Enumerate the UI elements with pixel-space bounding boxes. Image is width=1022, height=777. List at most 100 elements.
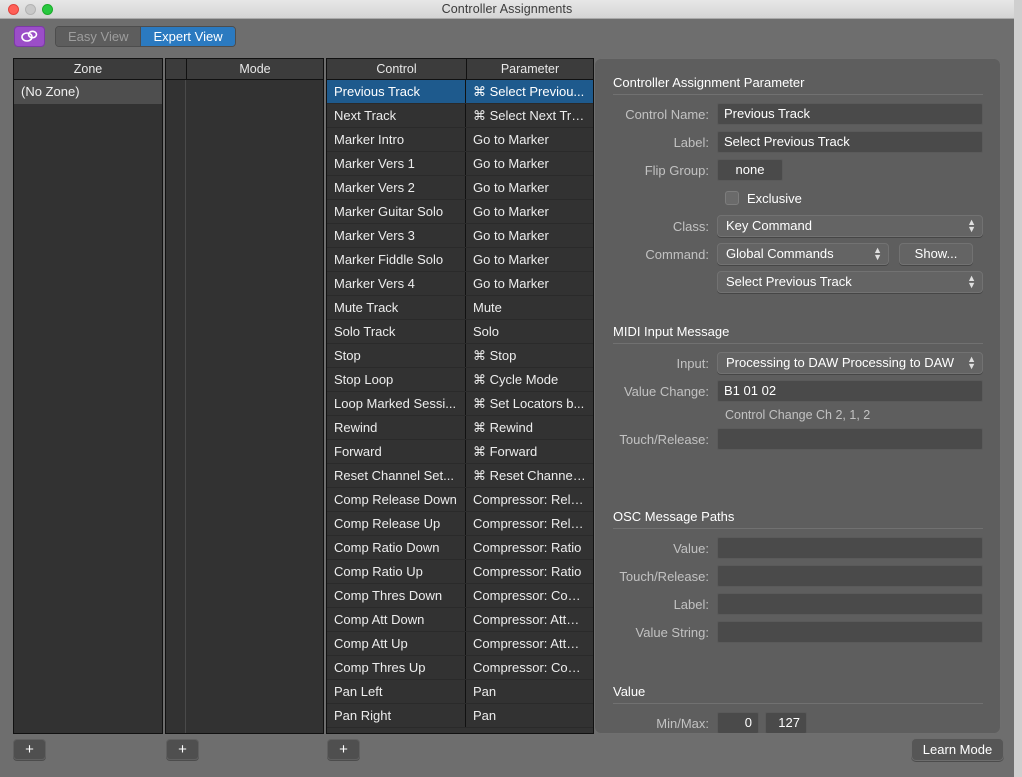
tab-easy-view[interactable]: Easy View (56, 27, 141, 46)
table-row[interactable]: Marker Vers 2 Go to Marker (327, 176, 593, 200)
osc-touch-release-input[interactable] (717, 565, 983, 587)
table-row[interactable]: Marker Vers 3 Go to Marker (327, 224, 593, 248)
table-row[interactable]: Previous Track ⌘ Select Previou... (327, 80, 593, 104)
table-row[interactable]: Stop ⌘ Stop (327, 344, 593, 368)
table-row[interactable]: Mute Track Mute (327, 296, 593, 320)
link-toggle-button[interactable] (14, 26, 45, 47)
table-row[interactable]: Comp Att Up Compressor: Attack (327, 632, 593, 656)
cell-parameter: Solo (473, 324, 500, 339)
table-row[interactable]: Marker Vers 4 Go to Marker (327, 272, 593, 296)
cell-control: Loop Marked Sessi... (327, 392, 466, 415)
add-zone-button[interactable]: + (13, 739, 46, 760)
flip-group-input[interactable]: none (717, 159, 783, 181)
cell-control: Marker Guitar Solo (327, 200, 466, 223)
table-row[interactable]: Loop Marked Sessi... ⌘ Set Locators b... (327, 392, 593, 416)
table-row[interactable]: Marker Intro Go to Marker (327, 128, 593, 152)
label-midi-input: Input: (676, 355, 709, 371)
table-row[interactable]: Forward ⌘ Forward (327, 440, 593, 464)
table-row[interactable]: Comp Ratio Down Compressor: Ratio (327, 536, 593, 560)
mode-rows[interactable] (186, 80, 323, 733)
section-title-assignment: Controller Assignment Parameter (613, 75, 805, 90)
command-select[interactable]: Global Commands ▲ ▼ (717, 243, 889, 265)
field-midi-input: Input: Processing to DAW Processing to D… (613, 352, 983, 374)
cell-control: Marker Vers 2 (327, 176, 466, 199)
cell-parameter: Go to Marker (473, 204, 549, 219)
table-row[interactable]: Comp Release Down Compressor: Rele... (327, 488, 593, 512)
cell-control: Marker Vers 4 (327, 272, 466, 295)
control-table-header: Control Parameter (327, 59, 593, 80)
osc-value-string-input[interactable] (717, 621, 983, 643)
cell-control: Comp Att Up (327, 632, 466, 655)
field-command: Command: Global Commands ▲ ▼ Show... (613, 243, 983, 265)
section-osc-message-paths: OSC Message Paths Value: Touch/Release: … (613, 509, 983, 649)
min-input[interactable]: 0 (717, 712, 759, 733)
field-control-name: Control Name: Previous Track (613, 103, 983, 125)
label-flip-group: Flip Group: (644, 162, 709, 178)
cell-control: Marker Vers 3 (327, 224, 466, 247)
class-select-value: Key Command (726, 218, 812, 233)
osc-value-input[interactable] (717, 537, 983, 559)
cell-control: Forward (327, 440, 466, 463)
table-row[interactable]: Pan Right Pan (327, 704, 593, 728)
table-row[interactable]: Marker Fiddle Solo Go to Marker (327, 248, 593, 272)
add-control-button[interactable]: + (327, 739, 360, 760)
label-input[interactable]: Select Previous Track (717, 131, 983, 153)
parameter-panel: Controller Assignment Parameter Control … (594, 58, 1001, 734)
show-button[interactable]: Show... (899, 243, 973, 265)
table-row[interactable]: Solo Track Solo (327, 320, 593, 344)
max-input[interactable]: 127 (765, 712, 807, 733)
column-header-mode[interactable]: Mode (186, 59, 323, 79)
table-row[interactable]: Marker Guitar Solo Go to Marker (327, 200, 593, 224)
control-table-body[interactable]: Previous Track ⌘ Select Previou... Next Tr… (327, 80, 593, 728)
window-title: Controller Assignments (441, 2, 573, 16)
table-row[interactable]: Comp Att Down Compressor: Attack (327, 608, 593, 632)
add-mode-button[interactable]: + (166, 739, 199, 760)
table-row[interactable]: Comp Release Up Compressor: Rele... (327, 512, 593, 536)
table-row[interactable]: Next Track ⌘ Select Next Tra... (327, 104, 593, 128)
cell-control: Solo Track (327, 320, 466, 343)
command-detail-select[interactable]: Select Previous Track ▲ ▼ (717, 271, 983, 293)
osc-label-input[interactable] (717, 593, 983, 615)
label-value-change: Value Change: (623, 383, 709, 399)
table-row[interactable]: Reset Channel Set... ⌘ Reset Channel... (327, 464, 593, 488)
section-title-value: Value (613, 684, 646, 699)
cell-parameter: Compressor: Attack (473, 612, 587, 627)
control-parameter-table: Control Parameter Previous Track ⌘ Select… (326, 58, 594, 734)
table-row[interactable]: Comp Ratio Up Compressor: Ratio (327, 560, 593, 584)
class-select[interactable]: Key Command ▲ ▼ (717, 215, 983, 237)
label-minmax: Min/Max: (656, 715, 709, 731)
midi-input-select[interactable]: Processing to DAW Processing to DAW ▲ ▼ (717, 352, 983, 374)
table-row[interactable]: Comp Thres Up Compressor: Com... (327, 656, 593, 680)
controller-assignments-window: Controller Assignments Easy View Expert … (0, 0, 1014, 777)
cell-control: Marker Intro (327, 128, 466, 151)
table-row[interactable]: Rewind ⌘ Rewind (327, 416, 593, 440)
tab-expert-view[interactable]: Expert View (140, 27, 235, 46)
column-header-parameter[interactable]: Parameter (466, 59, 593, 79)
cell-parameter: Compressor: Ratio (473, 540, 582, 555)
zone-row[interactable]: (No Zone) (14, 80, 162, 104)
field-osc-value-string: Value String: (613, 621, 983, 643)
table-row[interactable]: Pan Left Pan (327, 680, 593, 704)
column-header-control[interactable]: Control (327, 59, 466, 79)
label-osc-label: Label: (673, 596, 709, 612)
zone-table-body[interactable]: (No Zone) (14, 80, 162, 104)
cell-control: Rewind (327, 416, 466, 439)
zone-table-header: Zone (14, 59, 162, 80)
cell-parameter: Mute (473, 300, 502, 315)
table-row[interactable]: Stop Loop ⌘ Cycle Mode (327, 368, 593, 392)
column-header-mode-gutter (166, 59, 186, 79)
column-header-zone[interactable]: Zone (14, 59, 162, 79)
table-row[interactable]: Comp Thres Down Compressor: Com... (327, 584, 593, 608)
mode-table-body[interactable] (166, 80, 323, 733)
control-name-input[interactable]: Previous Track (717, 103, 983, 125)
exclusive-checkbox[interactable] (725, 191, 739, 205)
learn-mode-button[interactable]: Learn Mode (911, 738, 1004, 761)
field-osc-label: Label: (613, 593, 983, 615)
cell-parameter: Go to Marker (473, 156, 549, 171)
label-control-name: Control Name: (625, 106, 709, 122)
cell-control: Pan Right (327, 704, 466, 727)
table-row[interactable]: Marker Vers 1 Go to Marker (327, 152, 593, 176)
midi-touch-release-input[interactable] (717, 428, 983, 450)
value-change-input[interactable]: B1 01 02 (717, 380, 983, 402)
cell-parameter: ⌘ Set Locators b... (473, 396, 585, 411)
